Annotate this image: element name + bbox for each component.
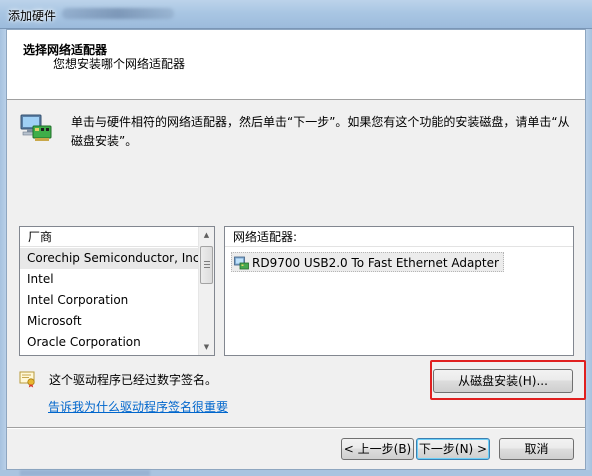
adapter-list-item[interactable]: RD9700 USB2.0 To Fast Ethernet Adapter [231, 252, 504, 272]
window-title: 添加硬件 [8, 9, 57, 23]
next-button[interactable]: 下一步(N) > [416, 438, 490, 460]
grip-line [204, 261, 210, 262]
list-item[interactable]: Oracle Corporation [20, 332, 200, 353]
grip-line [204, 264, 210, 265]
button-separator [7, 427, 585, 429]
network-card-icon [234, 256, 249, 270]
back-button[interactable]: < 上一步(B) [341, 438, 414, 460]
adapter-list-header: 网络适配器: [225, 227, 573, 247]
page-subtitle: 您想安装哪个网络适配器 [53, 57, 186, 71]
window-frame-right [586, 29, 592, 476]
manufacturer-list-items: Corechip Semiconductor, Inc. Intel Intel… [20, 248, 203, 353]
list-item[interactable]: Intel [20, 269, 200, 290]
manufacturer-list[interactable]: 厂商 Corechip Semiconductor, Inc. Intel In… [19, 226, 215, 356]
manufacturer-list-scrollbar[interactable]: ▲ ▼ [198, 227, 214, 355]
scroll-up-arrow-icon[interactable]: ▲ [199, 227, 214, 243]
list-item[interactable]: Corechip Semiconductor, Inc. [20, 248, 203, 269]
title-bar: 添加硬件 [0, 0, 592, 29]
signed-driver-icon [19, 371, 35, 388]
adapter-name: RD9700 USB2.0 To Fast Ethernet Adapter [252, 256, 499, 270]
blurred-title-area [62, 8, 174, 19]
blurred-taskbar-area [20, 470, 150, 476]
signature-status-text: 这个驱动程序已经过数字签名。 [49, 373, 218, 387]
dialog-client: 选择网络适配器 您想安装哪个网络适配器 单击与硬件相符的网络适配器，然后单击“下… [6, 29, 586, 470]
manufacturer-list-header: 厂商 [20, 227, 200, 247]
scroll-down-arrow-icon[interactable]: ▼ [199, 339, 214, 355]
header-panel: 选择网络适配器 您想安装哪个网络适配器 [7, 30, 585, 100]
scroll-thumb[interactable] [200, 246, 213, 284]
signature-info-link[interactable]: 告诉我为什么驱动程序签名很重要 [48, 398, 228, 415]
list-item[interactable]: Intel Corporation [20, 290, 200, 311]
have-disk-button[interactable]: 从磁盘安装(H)... [433, 369, 573, 393]
grip-line [204, 267, 210, 268]
adapter-list[interactable]: 网络适配器: RD9700 USB2.0 To Fast Ethernet Ad… [224, 226, 574, 356]
list-item[interactable]: Microsoft [20, 311, 200, 332]
network-adapter-icon [20, 114, 52, 141]
instruction-text: 单击与硬件相符的网络适配器，然后单击“下一步”。如果您有这个功能的安装磁盘，请单… [71, 115, 570, 148]
cancel-button[interactable]: 取消 [499, 438, 574, 460]
